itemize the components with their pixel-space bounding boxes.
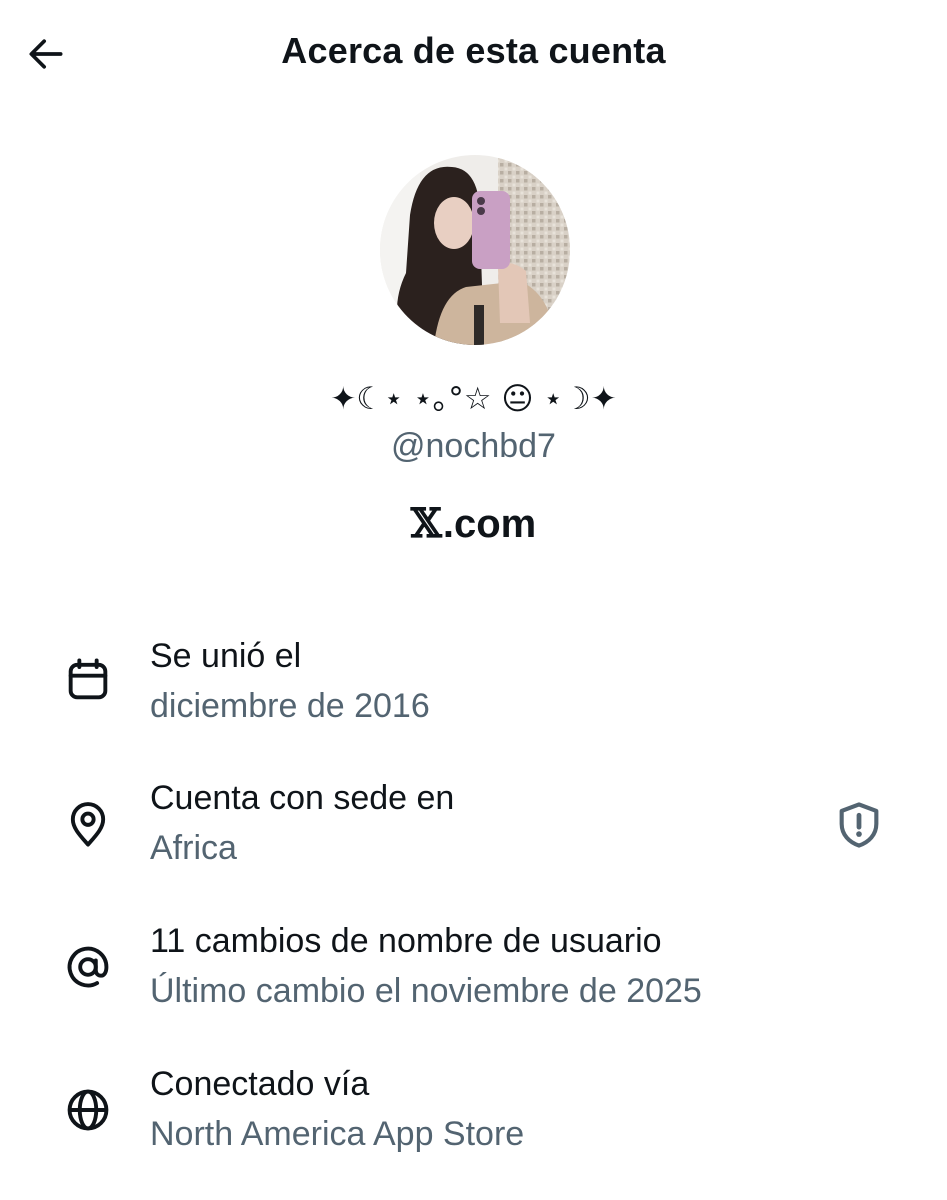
x-logo: 𝕏 (410, 500, 442, 547)
connected-via-row: Conectado vía North America App Store (0, 1058, 947, 1168)
profile-photo (380, 155, 570, 345)
avatar[interactable] (380, 155, 570, 345)
shield-alert-icon (839, 802, 879, 848)
username-changes-title: 11 cambios de nombre de usuario (150, 922, 662, 960)
page-title: Acerca de esta cuenta (281, 30, 666, 71)
username-changes-value: Último cambio el noviembre de 2025 (150, 972, 702, 1010)
header: Acerca de esta cuenta (0, 0, 947, 110)
site-suffix: .com (442, 502, 537, 546)
calendar-icon (60, 652, 116, 708)
username-handle: @nochbd7 (391, 427, 556, 465)
shield-alert-button[interactable] (830, 796, 888, 854)
display-name: ✦☾⋆ ⋆｡°☆ 😐 ⋆☽✦ (330, 381, 617, 417)
location-title: Cuenta con sede en (150, 779, 455, 817)
joined-title: Se unió el (150, 637, 302, 675)
joined-date-row: Se unió el diciembre de 2016 (0, 630, 947, 740)
globe-icon (60, 1082, 116, 1138)
location-row: Cuenta con sede en Africa (0, 772, 947, 882)
location-pin-icon (60, 796, 116, 852)
username-changes-row: 11 cambios de nombre de usuario Último c… (0, 915, 947, 1025)
at-sign-icon (60, 939, 116, 995)
location-value: Africa (150, 829, 237, 867)
joined-value: diciembre de 2016 (150, 687, 430, 725)
connected-via-title: Conectado vía (150, 1065, 370, 1103)
site-label: 𝕏.com (0, 500, 947, 547)
connected-via-value: North America App Store (150, 1115, 525, 1153)
